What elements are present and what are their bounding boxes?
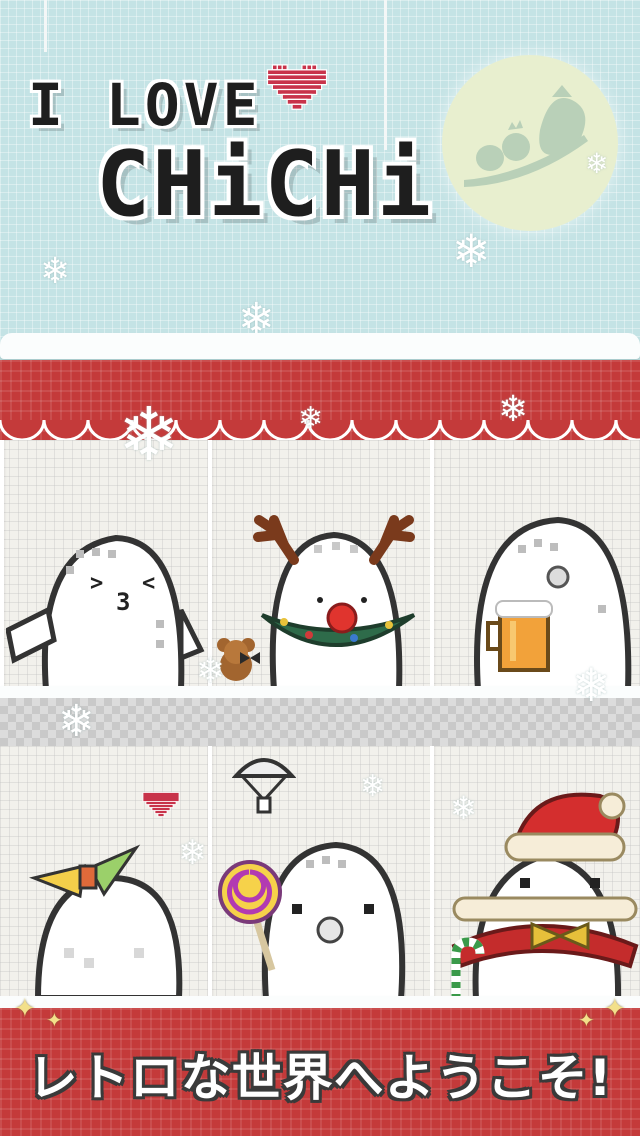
pixel-heart-icon — [266, 64, 328, 110]
sparkle-icon: ✦ — [578, 1008, 595, 1032]
parachute-icon — [232, 758, 296, 814]
hanging-string — [44, 0, 47, 52]
checker-floor — [0, 698, 640, 746]
snowflake-icon: ❄ — [498, 389, 529, 430]
svg-text:>: > — [90, 571, 103, 596]
snowflake-icon: ❄ — [40, 251, 71, 292]
moon — [442, 55, 618, 231]
shelf-divider — [0, 440, 4, 700]
snowflake-icon: ❄ — [196, 651, 225, 691]
reindeer-chichi[interactable] — [214, 500, 434, 690]
title-line2: CHiCHi — [96, 132, 434, 237]
shelf-divider — [208, 746, 212, 1008]
snowflake-icon: ❄ — [298, 401, 324, 436]
snowflake-icon: ❄ — [58, 696, 95, 747]
snowflake-icon: ❄ — [572, 658, 611, 712]
bow-chichi[interactable] — [24, 838, 194, 998]
pixel-heart-icon — [142, 792, 180, 817]
snowflake-icon: ❄ — [360, 769, 386, 804]
sleigh-silhouette-icon — [464, 85, 588, 187]
sparkle-icon: ✦ — [604, 994, 626, 1024]
svg-text:<: < — [142, 571, 155, 596]
shelf-divider — [430, 746, 434, 1008]
santa-chichi[interactable] — [440, 786, 640, 1000]
snowflake-icon: ❄ — [585, 147, 609, 180]
welcome-tagline: レトロな世界へようこそ! — [27, 1049, 613, 1107]
sparkle-icon: ✦ — [14, 994, 36, 1024]
snowflake-icon: ❄ — [452, 224, 491, 278]
sparkle-icon: ✦ — [46, 1008, 63, 1032]
lollipop-chichi[interactable] — [216, 840, 416, 1000]
title-line1: I LOVE — [28, 71, 262, 139]
svg-text:3: 3 — [116, 588, 130, 616]
hanging-string — [384, 0, 387, 150]
snowflake-icon: ❄ — [118, 392, 181, 478]
snow-ledge — [0, 333, 640, 359]
kissing-chichi[interactable]: > < 3 — [6, 530, 206, 690]
beer-chichi[interactable] — [458, 515, 638, 690]
